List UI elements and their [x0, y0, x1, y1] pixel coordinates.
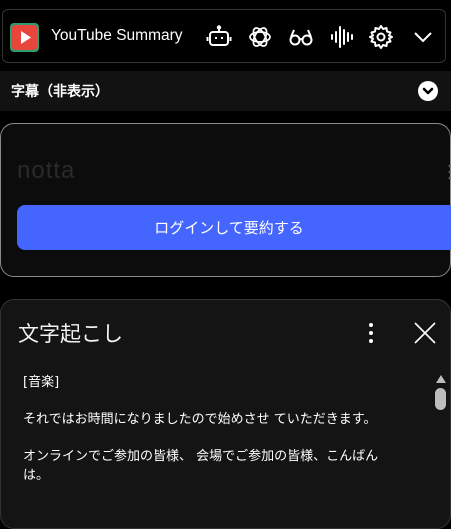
- gear-icon[interactable]: [368, 24, 394, 50]
- chevron-down-icon[interactable]: [410, 24, 436, 50]
- app-title: YouTube Summary: [51, 27, 183, 44]
- chevron-down-circle-icon[interactable]: [418, 81, 438, 101]
- glasses-icon[interactable]: [288, 24, 314, 50]
- scroll-up-arrow-icon[interactable]: [435, 370, 447, 383]
- svg-text:notta: notta: [17, 158, 75, 182]
- openai-icon[interactable]: [247, 24, 273, 50]
- waveform-icon[interactable]: [329, 24, 355, 50]
- transcript-text: [音楽] それではお時間になりましたので始めさせ ていただきます。 オンラインで…: [23, 373, 403, 503]
- transcript-line: オンラインでご参加の皆様、 会場でご参加の皆様、こんばんは。: [23, 449, 379, 483]
- transcript-line: [音楽]: [23, 375, 60, 390]
- subtitle-toggle-bar[interactable]: 字幕（非表示）: [0, 71, 451, 111]
- bot-icon[interactable]: [206, 24, 232, 50]
- youtube-summary-logo: [10, 23, 39, 52]
- notta-logo: notta: [17, 157, 97, 186]
- scrollbar-thumb[interactable]: [435, 388, 446, 410]
- transcript-title: 文字起こし: [18, 322, 123, 346]
- close-icon[interactable]: [412, 320, 438, 346]
- extension-header: YouTube Summary: [2, 9, 446, 63]
- more-vertical-icon[interactable]: [362, 320, 380, 346]
- notta-card: notta ログインして要約する: [0, 123, 451, 277]
- more-vertical-icon[interactable]: [447, 162, 451, 182]
- subtitle-label: 字幕（非表示）: [11, 84, 109, 100]
- transcript-panel: 文字起こし [音楽] それではお時間になりましたので始めさせ ていただきます。 …: [0, 299, 451, 529]
- transcript-line: それではお時間になりましたので始めさせ ていただきます。: [23, 412, 377, 427]
- login-summarize-button[interactable]: ログインして要約する: [17, 205, 451, 250]
